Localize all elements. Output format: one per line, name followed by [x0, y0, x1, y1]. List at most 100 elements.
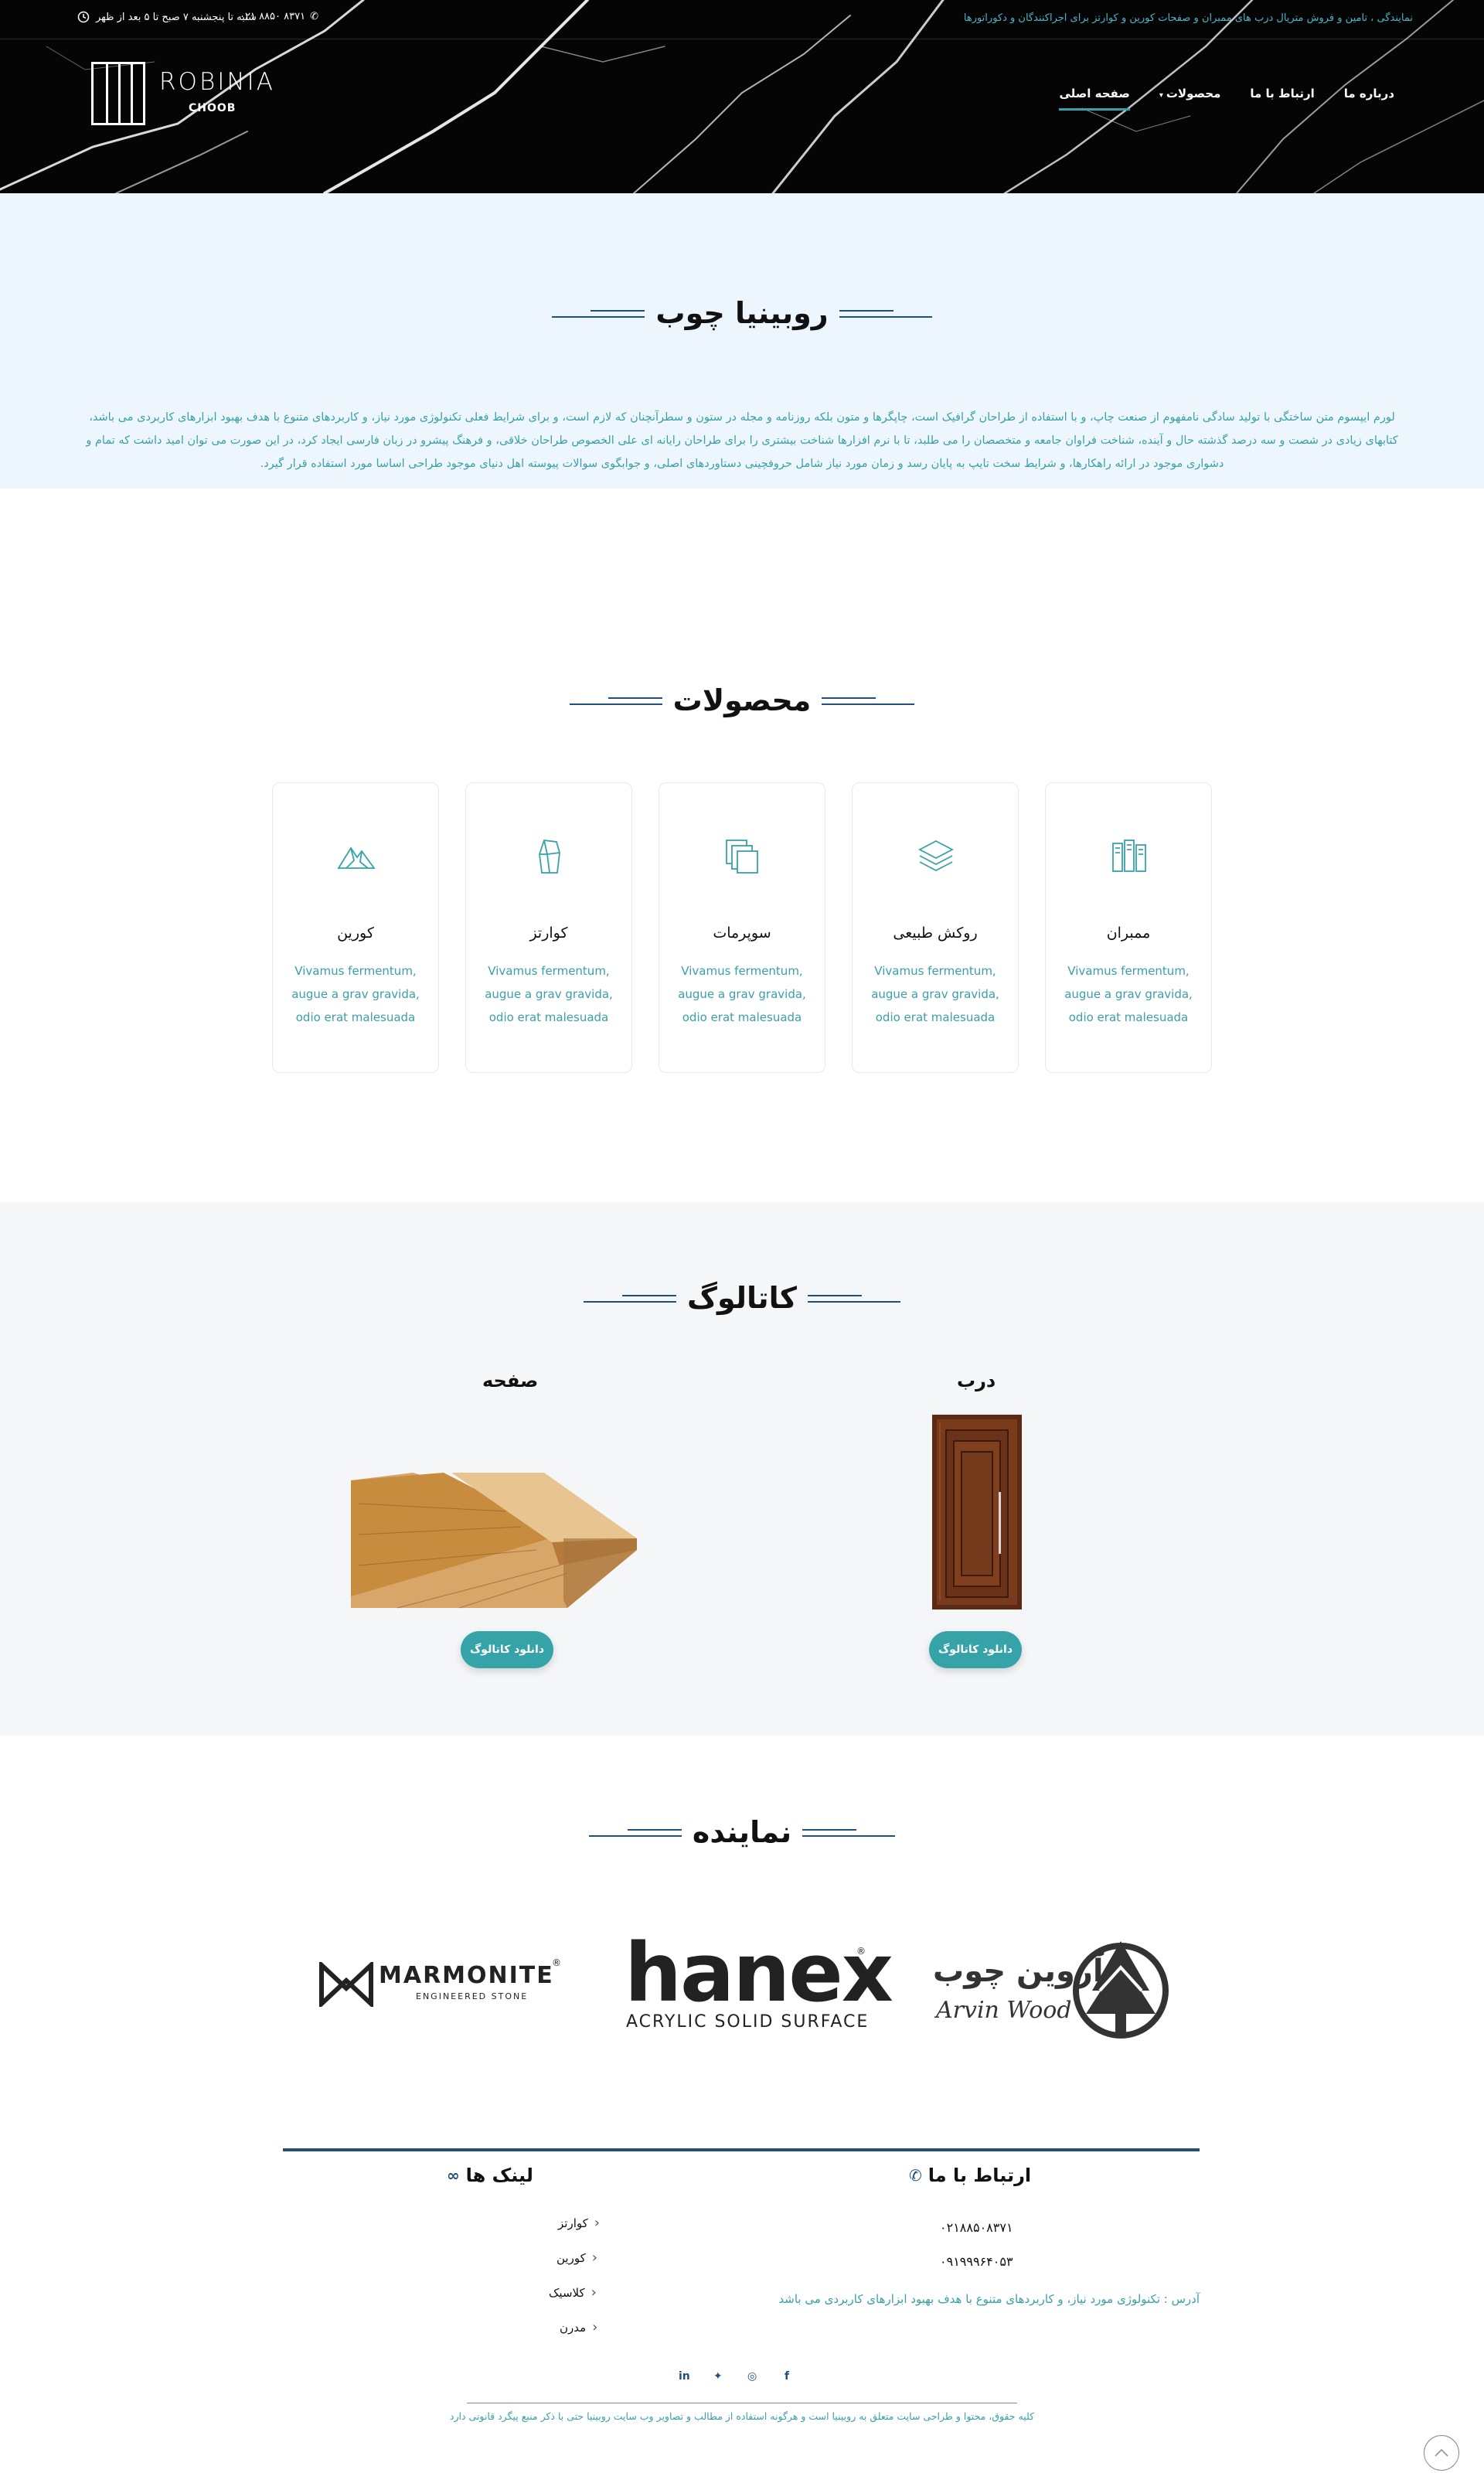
footer-contact-title: ارتباط با ما: [928, 2165, 1032, 2186]
dealers-title-wrap: نماینده: [0, 1815, 1484, 1849]
nav-products-label: محصولات: [1166, 87, 1221, 100]
footer-address: آدرس : تکنولوژی مورد نیاز، و کاربردهای م…: [778, 2292, 1200, 2306]
panel-image: [351, 1473, 637, 1609]
scroll-to-top-button[interactable]: [1424, 2435, 1459, 2471]
social-links: in ✦ ◎ f: [676, 2370, 808, 2390]
title-decoration: [588, 1827, 682, 1838]
nav-products[interactable]: محصولات▾: [1159, 87, 1221, 111]
footer-phone-2[interactable]: ۰۹۱۹۹۹۶۴۰۵۳: [940, 2254, 1013, 2269]
footer-link-corian[interactable]: ‹ کورین: [556, 2250, 597, 2266]
brand-hanex[interactable]: hanex ® ACRYLIC SOLID SURFACE: [625, 1926, 893, 2037]
brand-marmonite[interactable]: MARMONITE ® ENGINEERED STONE: [318, 1957, 566, 2011]
logo-word: ROBINIA: [159, 68, 275, 96]
product-card[interactable]: کوارتز Vivamus fermentum, augue a grav g…: [465, 782, 632, 1073]
registered-icon: ®: [856, 1946, 866, 1957]
title-decoration: [802, 1827, 896, 1838]
product-desc: Vivamus fermentum, augue a grav gravida,…: [291, 964, 420, 1024]
product-title: ممبران: [1106, 925, 1151, 942]
brand-arvin-wood[interactable]: آروین چوب Arvin Wood: [931, 1937, 1171, 2042]
product-desc: Vivamus fermentum, augue a grav gravida,…: [485, 964, 613, 1024]
top-bar: نمایندگی ، تامین و فروش متریال درب های م…: [0, 0, 1484, 39]
about-title-wrap: روبینیا چوب: [0, 296, 1484, 330]
catalog-title: کاتالوگ: [687, 1281, 797, 1315]
products-title: محصولات: [672, 683, 812, 717]
business-hours-text: شنبه تا پنجشنبه ۷ صبح تا ۵ بعد از ظهر: [96, 11, 257, 23]
nav-home[interactable]: صفحه اصلی: [1059, 87, 1130, 111]
product-card[interactable]: سوپرمات Vivamus fermentum, augue a grav …: [659, 782, 825, 1073]
topbar-phone[interactable]: ۰۲۱ ۸۸۵۰ ۸۳۷۱ ✆: [240, 11, 318, 22]
site-logo[interactable]: ROBINIA CHOOB: [91, 62, 273, 131]
title-decoration: [552, 308, 645, 318]
nav-contact[interactable]: ارتباط با ما: [1250, 87, 1314, 111]
facebook-icon[interactable]: f: [785, 2370, 789, 2383]
logo-mark: [91, 62, 145, 125]
phone-icon: ✆: [310, 11, 318, 22]
twitter-icon[interactable]: ✦: [713, 2370, 723, 2383]
footer-link-modern[interactable]: ‹ مدرن: [560, 2319, 597, 2335]
footer-links-title: لینک ها: [465, 2165, 533, 2186]
footer-link-quartz[interactable]: ‹ کوارتز: [558, 2215, 600, 2231]
marmonite-m-logo: [319, 1962, 373, 2007]
product-title: روکش طبیعی: [893, 925, 978, 942]
phone-icon: ✆: [909, 2166, 922, 2185]
chevron-left-icon: ‹: [591, 2250, 597, 2266]
product-desc: Vivamus fermentum, augue a grav gravida,…: [1064, 964, 1193, 1024]
logo-sub: CHOOB: [189, 102, 237, 114]
brand-marmonite-word: MARMONITE: [379, 1962, 554, 1989]
link-icon: ∞: [447, 2166, 460, 2185]
footer-phone-1[interactable]: ۰۲۱۸۸۵۰۸۳۷۱: [940, 2220, 1013, 2235]
brand-marmonite-tag: ENGINEERED STONE: [416, 1991, 529, 2001]
about-text: لورم ایپسوم متن ساختگی با تولید سادگی نا…: [86, 411, 1398, 470]
business-hours: شنبه تا پنجشنبه ۷ صبح تا ۵ بعد از ظهر: [77, 11, 257, 23]
footer-link-label: مدرن: [560, 2320, 587, 2335]
clock-icon: [77, 11, 90, 23]
brand-hanex-word: hanex: [625, 1926, 893, 2020]
sheets-icon: [726, 840, 758, 874]
nav-about[interactable]: درباره ما: [1344, 87, 1394, 111]
download-catalog-door-button[interactable]: دانلود کاتالوگ: [929, 1631, 1022, 1668]
brand-arvin-fa: آروین چوب: [933, 1954, 1104, 1989]
product-card[interactable]: روکش طبیعی Vivamus fermentum, augue a gr…: [852, 782, 1019, 1073]
topbar-note: نمایندگی ، تامین و فروش متریال درب های م…: [963, 12, 1413, 24]
title-decoration: [569, 695, 662, 706]
title-decoration: [839, 308, 932, 318]
stone-icon: [539, 840, 560, 874]
footer-links-heading: لینک ها ∞: [447, 2165, 533, 2186]
product-cards: ممبران Vivamus fermentum, augue a grav g…: [272, 782, 1212, 1075]
product-card[interactable]: کورین Vivamus fermentum, augue a grav gr…: [272, 782, 439, 1073]
product-title: سوپرمات: [713, 925, 771, 942]
product-desc: Vivamus fermentum, augue a grav gravida,…: [871, 964, 999, 1024]
footer-divider: [283, 2148, 1200, 2151]
mountain-icon: [337, 846, 376, 869]
catalog-panel-name: صفحه: [482, 1370, 539, 1391]
products-title-wrap: محصولات: [0, 683, 1484, 717]
chevron-left-icon: ‹: [594, 2215, 600, 2231]
catalog-title-wrap: کاتالوگ: [0, 1281, 1484, 1315]
footer-link-label: کلاسیک: [549, 2285, 585, 2300]
title-decoration: [822, 695, 915, 706]
title-decoration: [584, 1293, 677, 1303]
product-card[interactable]: ممبران Vivamus fermentum, augue a grav g…: [1045, 782, 1212, 1073]
footer-link-label: کورین: [556, 2250, 586, 2265]
brand-hanex-tag: ACRYLIC SOLID SURFACE: [626, 2012, 870, 2032]
main-nav: صفحه اصلی محصولات▾ ارتباط با ما درباره م…: [1059, 87, 1394, 111]
title-decoration: [807, 1293, 900, 1303]
layers-icon: [918, 840, 954, 872]
copyright-text: کلیه حقوق، محتوا و طراحی سایت متعلق به ر…: [449, 2410, 1035, 2422]
footer-contact-heading: ارتباط با ما ✆: [909, 2165, 1031, 2186]
download-catalog-panel-button[interactable]: دانلود کاتالوگ: [461, 1631, 553, 1668]
footer-link-classic[interactable]: ‹ کلاسیک: [549, 2284, 597, 2301]
instagram-icon[interactable]: ◎: [747, 2370, 757, 2383]
footer-link-label: کوارتز: [558, 2216, 588, 2230]
product-desc: Vivamus fermentum, augue a grav gravida,…: [678, 964, 806, 1024]
dealers-title: نماینده: [692, 1815, 792, 1849]
linkedin-icon[interactable]: in: [679, 2370, 690, 2383]
hero-header: نمایندگی ، تامین و فروش متریال درب های م…: [0, 0, 1484, 193]
product-title: کوارتز: [529, 925, 568, 942]
brand-arvin-en: Arvin Wood: [936, 1997, 1072, 2024]
chevron-left-icon: ‹: [592, 2319, 598, 2335]
product-title: کورین: [337, 925, 374, 942]
registered-icon: ®: [552, 1957, 561, 1968]
chevron-up-icon: [1435, 2448, 1448, 2457]
panels-icon: [1112, 840, 1146, 872]
